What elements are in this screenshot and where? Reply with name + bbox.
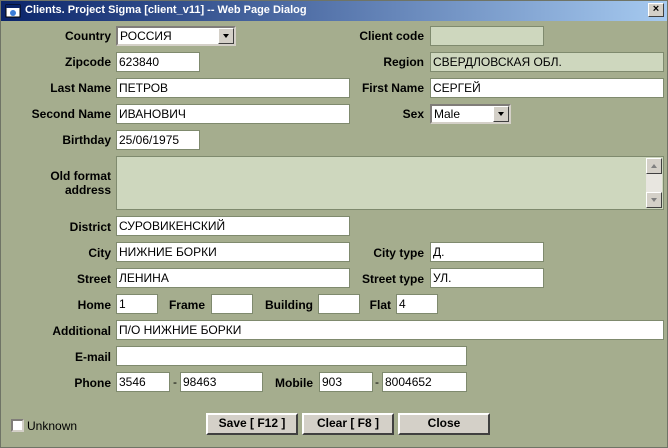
birthday-label: Birthday <box>62 133 111 147</box>
sex-value: Male <box>434 107 461 121</box>
street-field[interactable]: ЛЕНИНА <box>116 268 350 288</box>
city-field[interactable]: НИЖНИЕ БОРКИ <box>116 242 350 262</box>
additional-field[interactable]: П/О НИЖНИЕ БОРКИ <box>116 320 664 340</box>
chevron-down-icon[interactable] <box>218 28 234 44</box>
city-type-label: City type <box>373 246 424 260</box>
city-type-field[interactable]: Д. <box>430 242 544 262</box>
country-select[interactable]: РОССИЯ <box>116 26 236 46</box>
unknown-label: Unknown <box>27 419 78 433</box>
phone-separator: - <box>173 375 177 389</box>
district-field[interactable]: СУРОВИКЕНСКИЙ <box>116 216 350 236</box>
flat-field[interactable]: 4 <box>396 294 438 314</box>
building-field[interactable] <box>318 294 360 314</box>
email-label: E-mail <box>74 350 111 364</box>
sex-label: Sex <box>402 107 424 121</box>
scroll-down-icon[interactable] <box>646 192 662 208</box>
district-label: District <box>69 220 111 234</box>
street-type-label: Street type <box>361 272 424 286</box>
building-label: Building <box>265 298 313 312</box>
window-title: Clients. Project Sigma [client_v11] -- W… <box>25 4 307 16</box>
street-label: Street <box>76 272 111 286</box>
additional-label: Additional <box>52 324 111 338</box>
second-name-label: Second Name <box>31 107 111 121</box>
mobile-label: Mobile <box>275 376 313 390</box>
frame-label: Frame <box>168 298 205 312</box>
client-code-label: Client code <box>359 29 424 43</box>
country-label: Country <box>65 29 111 43</box>
mobile-separator: - <box>375 375 379 389</box>
old-format-address-textarea[interactable] <box>116 156 664 210</box>
unknown-checkbox[interactable] <box>11 419 24 432</box>
street-type-field[interactable]: УЛ. <box>430 268 544 288</box>
last-name-label: Last Name <box>50 81 111 95</box>
flat-label: Flat <box>369 298 391 312</box>
title-bar: Clients. Project Sigma [client_v11] -- W… <box>1 1 667 21</box>
save-button[interactable]: Save [ F12 ] <box>206 413 298 435</box>
birthday-field[interactable]: 25/06/1975 <box>116 130 200 150</box>
scrollbar[interactable] <box>646 158 662 208</box>
home-field[interactable]: 1 <box>116 294 158 314</box>
last-name-field[interactable]: ПЕТРОВ <box>116 78 350 98</box>
second-name-field[interactable]: ИВАНОВИЧ <box>116 104 350 124</box>
zipcode-label: Zipcode <box>64 55 111 69</box>
mobile-number-field[interactable]: 8004652 <box>382 372 467 392</box>
phone-code-field[interactable]: 3546 <box>116 372 170 392</box>
region-label: Region <box>383 55 424 69</box>
country-value: РОССИЯ <box>120 29 172 43</box>
frame-field[interactable] <box>211 294 253 314</box>
chevron-down-icon[interactable] <box>493 106 509 122</box>
phone-label: Phone <box>74 376 111 390</box>
mobile-code-field[interactable]: 903 <box>319 372 373 392</box>
phone-number-field[interactable]: 98463 <box>180 372 263 392</box>
close-button[interactable]: Close <box>398 413 490 435</box>
region-field[interactable]: СВЕРДЛОВСКАЯ ОБЛ. <box>430 52 664 72</box>
clear-button[interactable]: Clear [ F8 ] <box>302 413 394 435</box>
old-format-address-label: Old format address <box>50 169 111 197</box>
client-code-field[interactable] <box>430 26 544 46</box>
app-icon <box>5 4 21 18</box>
dialog-window: Clients. Project Sigma [client_v11] -- W… <box>0 0 668 448</box>
zipcode-field[interactable]: 623840 <box>116 52 200 72</box>
home-label: Home <box>77 298 111 312</box>
close-icon[interactable]: × <box>648 3 664 17</box>
city-label: City <box>88 246 111 260</box>
email-field[interactable] <box>116 346 467 366</box>
first-name-field[interactable]: СЕРГЕЙ <box>430 78 664 98</box>
first-name-label: First Name <box>361 81 424 95</box>
scroll-up-icon[interactable] <box>646 158 662 174</box>
sex-select[interactable]: Male <box>430 104 511 124</box>
